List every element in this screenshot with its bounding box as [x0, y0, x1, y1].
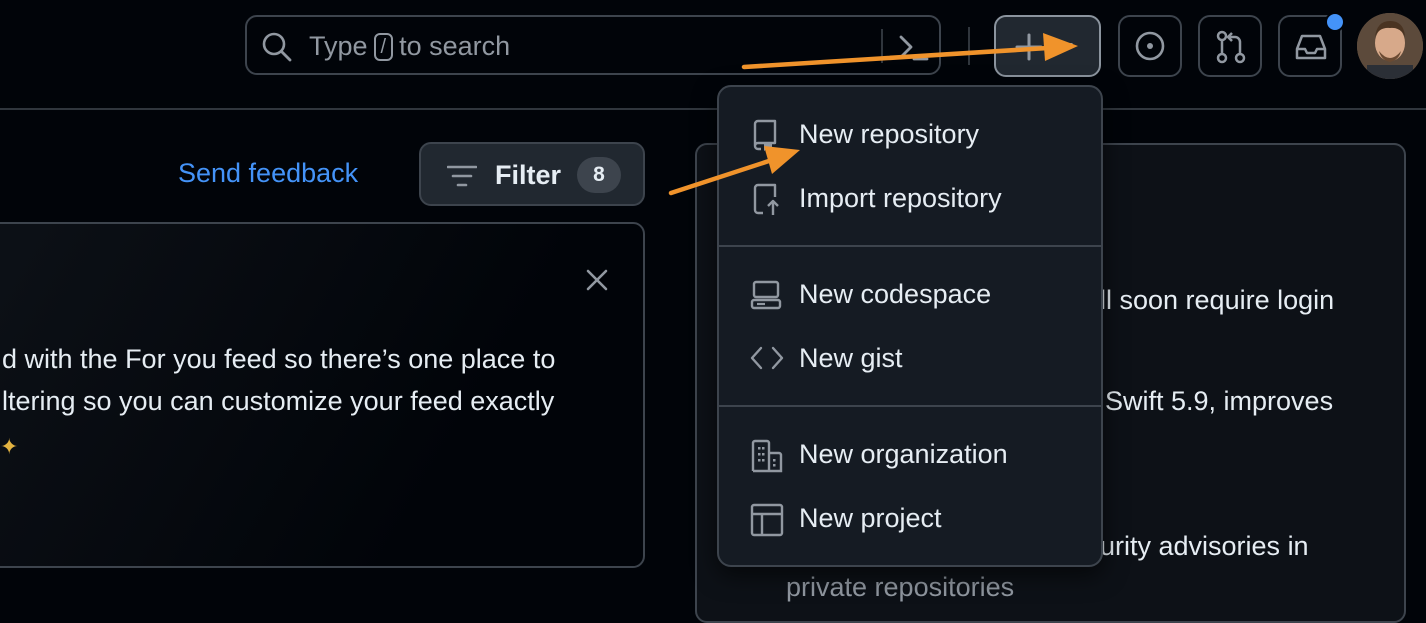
notification-indicator	[1325, 12, 1345, 32]
organization-icon	[751, 439, 783, 473]
inbox-icon	[1295, 34, 1327, 60]
top-header: Type / to search	[0, 0, 1426, 110]
search-input[interactable]: Type / to search	[245, 15, 941, 75]
filter-label: Filter	[495, 160, 562, 190]
filter-button[interactable]: Filter 8	[419, 142, 645, 206]
plus-icon	[1015, 33, 1043, 61]
search-icon	[261, 31, 293, 68]
search-placeholder: Type / to search	[309, 31, 511, 61]
changelog-item-1[interactable]: ll soon require login	[1100, 285, 1334, 316]
menu-divider	[719, 245, 1101, 247]
menu-item-new-codespace[interactable]: New codespace	[719, 265, 1101, 325]
menu-divider	[719, 405, 1101, 407]
code-icon	[750, 346, 784, 370]
table-icon	[750, 503, 784, 537]
create-new-menu: New repository Import repository New cod…	[717, 85, 1103, 567]
issues-button[interactable]	[1118, 15, 1182, 77]
close-icon[interactable]	[585, 268, 609, 297]
send-feedback-link[interactable]: Send feedback	[178, 158, 358, 189]
command-palette-icon[interactable]	[897, 31, 931, 68]
announcement-text-line-2: ltering so you can customize your feed e…	[2, 386, 555, 416]
codespaces-icon	[750, 280, 782, 310]
sparkle-icon: ✦	[0, 434, 19, 459]
changelog-item-3-continued[interactable]: private repositories	[786, 572, 1014, 603]
announcement-text-line-1: d with the For you feed so there’s one p…	[2, 344, 556, 374]
changelog-item-2[interactable]: Swift 5.9, improves	[1105, 386, 1333, 417]
git-pull-request-icon	[1216, 30, 1246, 64]
menu-item-new-repository[interactable]: New repository	[719, 105, 1101, 165]
menu-item-new-project[interactable]: New project	[719, 489, 1101, 549]
header-divider	[968, 27, 970, 65]
pull-requests-button[interactable]	[1198, 15, 1262, 77]
filter-icon	[447, 165, 477, 187]
triangle-down-icon	[1057, 43, 1073, 51]
avatar[interactable]	[1357, 13, 1423, 79]
repo-icon	[753, 119, 777, 151]
menu-item-import-repository[interactable]: Import repository	[719, 169, 1101, 229]
menu-item-new-organization[interactable]: New organization	[719, 425, 1101, 485]
issue-opened-icon	[1135, 31, 1165, 61]
repo-push-icon	[753, 183, 779, 215]
search-shortcut-key: /	[373, 33, 394, 61]
create-new-button[interactable]	[994, 15, 1101, 77]
changelog-item-3[interactable]: urity advisories in	[1100, 531, 1309, 562]
announcement-card: d with the For you feed so there’s one p…	[0, 222, 645, 568]
search-separator	[881, 29, 883, 63]
menu-item-new-gist[interactable]: New gist	[719, 329, 1101, 389]
filter-count-badge: 8	[577, 157, 621, 193]
